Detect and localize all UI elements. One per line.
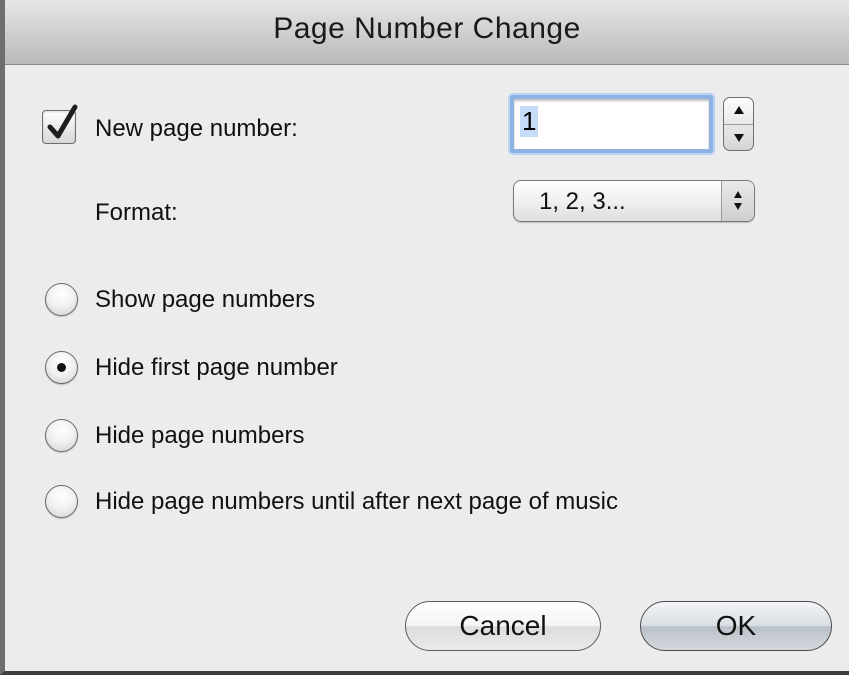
page-number-stepper[interactable] (723, 97, 754, 151)
radio-show-page-numbers[interactable] (45, 283, 78, 316)
radio-hide-page-numbers-label[interactable]: Hide page numbers (95, 422, 304, 450)
cancel-button[interactable]: Cancel (405, 601, 601, 651)
radio-hide-page-numbers[interactable] (45, 419, 78, 452)
checkmark-icon (47, 104, 78, 139)
stepper-up-arrow-icon[interactable] (734, 106, 744, 114)
new-page-number-field[interactable]: 1 (510, 95, 713, 153)
format-label: Format: (95, 199, 178, 226)
radio-show-page-numbers-label[interactable]: Show page numbers (95, 286, 315, 314)
stepper-divider (724, 124, 753, 125)
radio-hide-first-page-number-label[interactable]: Hide first page number (95, 354, 338, 382)
page-number-change-dialog: Page Number Change New page number: 1 Fo… (0, 0, 849, 675)
ok-button[interactable]: OK (640, 601, 832, 651)
radio-hide-first-page-number[interactable] (45, 351, 78, 384)
format-selected-value: 1, 2, 3... (539, 188, 626, 215)
new-page-number-checkbox[interactable] (42, 104, 78, 144)
stepper-down-arrow-icon[interactable] (734, 134, 744, 142)
dialog-title: Page Number Change (273, 12, 581, 45)
new-page-number-label: New page number: (95, 115, 298, 142)
dialog-titlebar: Page Number Change (5, 0, 849, 65)
radio-hide-until-next-page[interactable] (45, 485, 78, 518)
new-page-number-value: 1 (520, 106, 539, 137)
radio-hide-until-next-page-label[interactable]: Hide page numbers until after next page … (95, 488, 618, 516)
format-popup[interactable]: 1, 2, 3... (513, 180, 755, 222)
radio-selected-dot (57, 363, 66, 372)
popup-arrows-icon (721, 181, 754, 221)
